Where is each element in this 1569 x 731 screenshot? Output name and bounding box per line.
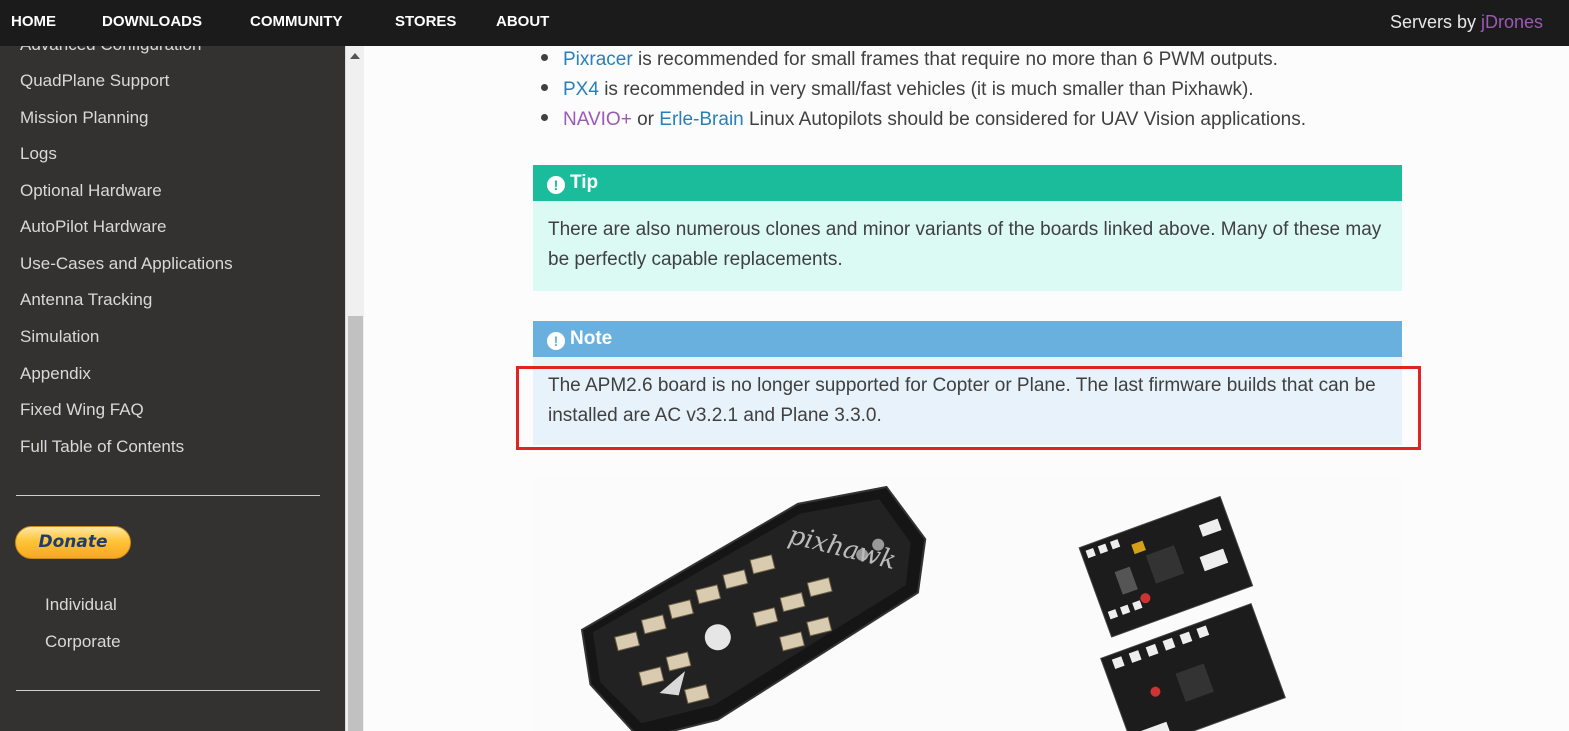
exclamation-circle-icon: ! (547, 176, 565, 194)
pixracer-link[interactable]: Pixracer (563, 49, 633, 70)
scroll-up-arrow-icon[interactable] (350, 53, 360, 59)
sidebar-item-antenna-tracking[interactable]: Antenna Tracking (20, 290, 152, 310)
servers-credit: Servers by jDrones (1390, 0, 1543, 46)
bullet-icon (541, 114, 548, 122)
bullet-text: is recommended for small frames that req… (632, 49, 1278, 70)
bullet-text: or (631, 109, 660, 130)
boards-illustration: pixhawk (580, 485, 1286, 731)
navio-link[interactable]: NAVIO+ (563, 109, 632, 130)
donate-corporate-link[interactable]: Corporate (45, 632, 121, 652)
sidebar-item-autopilot-hardware[interactable]: AutoPilot Hardware (20, 217, 166, 237)
list-item: NAVIO+ or Erle-Brain Linux Autopilots sh… (541, 109, 1306, 131)
tip-admonition: ! Tip There are also numerous clones and … (533, 165, 1402, 291)
top-nav-bar: HOME DOWNLOADS COMMUNITY STORES ABOUT Se… (0, 0, 1569, 46)
bullet-text: Linux Autopilots should be considered fo… (743, 109, 1307, 130)
bullet-icon (541, 84, 548, 92)
nav-downloads[interactable]: DOWNLOADS (102, 0, 202, 46)
exclamation-circle-icon: ! (547, 332, 565, 350)
nav-about[interactable]: ABOUT (496, 0, 549, 46)
nav-home[interactable]: HOME (11, 0, 56, 46)
sidebar-item-quadplane-support[interactable]: QuadPlane Support (20, 71, 169, 91)
servers-prefix: Servers by (1389, 12, 1481, 32)
sidebar-scrollbar[interactable] (345, 46, 364, 731)
highlight-annotation-box (516, 366, 1421, 450)
tip-title-bar: ! Tip (533, 165, 1402, 201)
donate-individual-link[interactable]: Individual (45, 595, 117, 615)
scroll-thumb[interactable] (348, 316, 363, 731)
autopilot-boards-image: pixhawk (533, 478, 1402, 731)
sidebar-item-appendix[interactable]: Appendix (20, 364, 91, 384)
bullet-text: is recommended in very small/fast vehicl… (598, 79, 1254, 100)
sidebar-divider (16, 690, 320, 691)
sidebar-item-optional-hardware[interactable]: Optional Hardware (20, 181, 162, 201)
bullet-icon (541, 54, 548, 62)
sidebar: Advanced Configuration QuadPlane Support… (0, 46, 345, 731)
erle-brain-link[interactable]: Erle-Brain (659, 109, 743, 130)
jdrones-link[interactable]: jDrones (1481, 12, 1543, 32)
sidebar-item-use-cases[interactable]: Use-Cases and Applications (20, 254, 233, 274)
nav-community[interactable]: COMMUNITY (250, 0, 343, 46)
nav-stores[interactable]: STORES (395, 0, 456, 46)
list-item: Pixracer is recommended for small frames… (541, 49, 1278, 71)
note-title-bar: ! Note (533, 321, 1402, 357)
pixhawk-board-graphic: pixhawk (580, 485, 927, 731)
tip-title: Tip (570, 172, 599, 193)
tip-body: There are also numerous clones and minor… (533, 201, 1402, 291)
sidebar-divider (16, 495, 320, 496)
donate-button[interactable]: Donate (15, 526, 131, 559)
sidebar-item-advanced-configuration[interactable]: Advanced Configuration (20, 46, 201, 55)
note-title: Note (570, 328, 613, 349)
sidebar-item-mission-planning[interactable]: Mission Planning (20, 108, 149, 128)
main-content: Pixracer is recommended for small frames… (364, 46, 1569, 731)
sidebar-item-simulation[interactable]: Simulation (20, 327, 99, 347)
sidebar-item-full-toc[interactable]: Full Table of Contents (20, 437, 184, 457)
sidebar-item-fixed-wing-faq[interactable]: Fixed Wing FAQ (20, 400, 144, 420)
list-item: PX4 is recommended in very small/fast ve… (541, 79, 1254, 101)
px4-link[interactable]: PX4 (563, 79, 599, 100)
sidebar-item-logs[interactable]: Logs (20, 144, 57, 164)
